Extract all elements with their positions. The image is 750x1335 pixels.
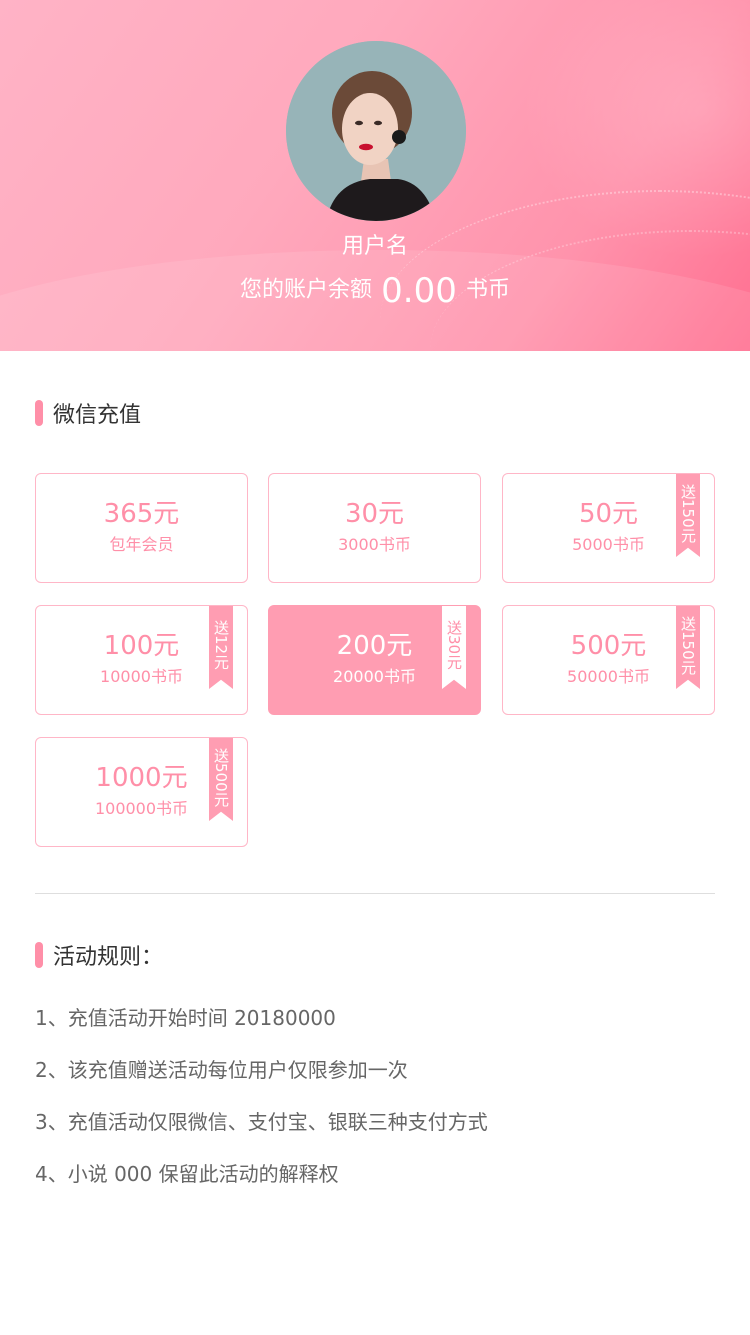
bonus-ribbon: 送150元 (676, 606, 700, 689)
balance-label: 您的账户余额 (240, 277, 373, 303)
balance-unit: 书币 (465, 277, 510, 303)
recharge-option-100[interactable]: 100元 10000书币 送12元 (35, 605, 248, 715)
username: 用户名 (341, 234, 408, 259)
bonus-ribbon-text: 送12元 (212, 620, 230, 670)
option-coins: 包年会员 (109, 535, 174, 554)
bonus-ribbon-text: 送500元 (212, 747, 230, 807)
option-coins: 3000书币 (338, 535, 411, 554)
rule-item: 3、充值活动仅限微信、支付宝、银联三种支付方式 (35, 1110, 488, 1134)
option-price: 30元 (344, 499, 405, 529)
recharge-option-500[interactable]: 500元 50000书币 送150元 (502, 605, 715, 715)
balance-amount: 0.00 (381, 270, 457, 311)
avatar[interactable] (286, 41, 466, 221)
bonus-ribbon: 送12元 (209, 606, 233, 689)
bonus-ribbon: 送500元 (209, 738, 233, 821)
balance-row: 您的账户余额 0.00 书币 (0, 268, 750, 313)
recharge-section-title: 微信充值 (35, 398, 141, 428)
avatar-portrait-image (286, 41, 466, 221)
bonus-ribbon-text: 送150元 (679, 483, 697, 543)
title-accent-bar (35, 400, 43, 426)
rule-item: 2、该充值赠送活动每位用户仅限参加一次 (35, 1058, 408, 1082)
rule-item: 1、充值活动开始时间 20180000 (35, 1006, 336, 1030)
bonus-ribbon: 送150元 (676, 474, 700, 557)
bonus-ribbon: 送30元 (442, 606, 466, 689)
recharge-option-200-selected[interactable]: 200元 20000书币 送30元 (268, 605, 481, 715)
option-price: 365元 (103, 499, 180, 529)
rules-section-title: 活动规则： (35, 940, 163, 970)
rules-title-text: 活动规则： (53, 945, 164, 970)
bonus-ribbon-text: 送30元 (445, 620, 463, 670)
recharge-option-30[interactable]: 30元 3000书币 (268, 473, 481, 583)
recharge-option-1000[interactable]: 1000元 100000书币 送500元 (35, 737, 248, 847)
recharge-option-50[interactable]: 50元 5000书币 送150元 (502, 473, 715, 583)
recharge-option-365[interactable]: 365元 包年会员 (35, 473, 248, 583)
profile-header: 用户名 您的账户余额 0.00 书币 (0, 0, 750, 351)
rule-item: 4、小说 000 保留此活动的解释权 (35, 1162, 339, 1186)
section-divider (35, 893, 715, 894)
bonus-ribbon-text: 送150元 (679, 615, 697, 675)
recharge-title-text: 微信充值 (53, 403, 142, 428)
title-accent-bar (35, 942, 43, 968)
